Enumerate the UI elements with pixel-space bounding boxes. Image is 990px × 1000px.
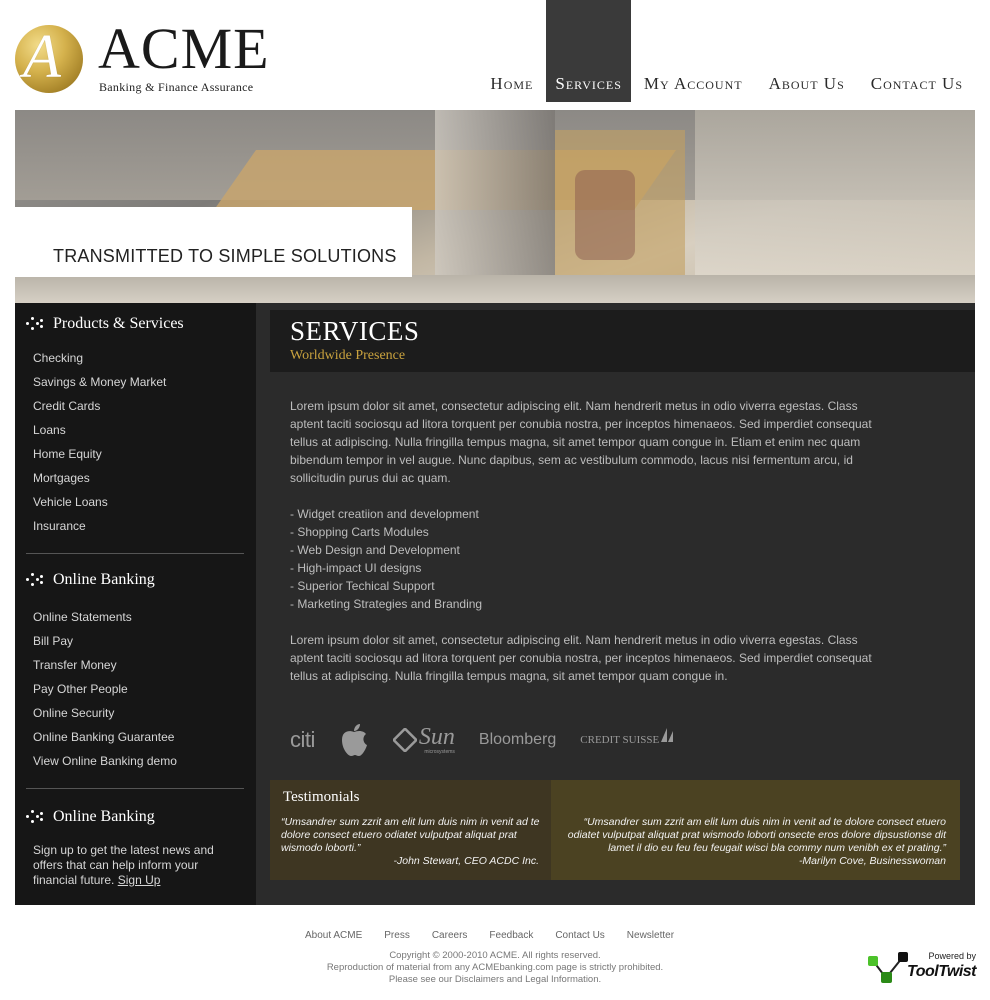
sidebar-item-banking-guarantee[interactable]: Online Banking Guarantee <box>33 725 177 749</box>
products-list: Checking Savings & Money Market Credit C… <box>33 346 166 538</box>
sidebar-item-credit-cards[interactable]: Credit Cards <box>33 394 166 418</box>
sidebar-item-online-statements[interactable]: Online Statements <box>33 605 177 629</box>
sidebar-item-savings[interactable]: Savings & Money Market <box>33 370 166 394</box>
nav-services[interactable]: Services <box>546 0 631 102</box>
intro-paragraph: Lorem ipsum dolor sit amet, consectetur … <box>290 399 872 485</box>
logo-mark-icon: A <box>15 23 83 93</box>
tooltwist-badge[interactable]: Powered by ToolTwist <box>866 950 978 986</box>
sun-diamond-icon <box>392 728 417 752</box>
credit-suisse-logo: CREDIT SUISSE <box>580 728 674 746</box>
logo-mark-letter: A <box>23 23 61 91</box>
testimonial-right: “Umsandrer sum zzrit am elit lum duis ni… <box>551 780 960 880</box>
sidebar-divider <box>26 553 244 554</box>
sidebar-divider <box>26 788 244 789</box>
page-subtitle: Worldwide Presence <box>290 348 406 363</box>
sun-logo-text: Sun <box>418 724 455 750</box>
apple-icon <box>341 724 367 756</box>
header: A ACME Banking & Finance Assurance Home … <box>0 0 990 110</box>
dots-arrow-icon <box>26 571 48 589</box>
sidebar-heading-signup: Online Banking <box>26 808 155 826</box>
signup-link[interactable]: Sign Up <box>118 873 161 887</box>
sidebar: Products & Services Checking Savings & M… <box>15 303 256 905</box>
apple-logo <box>339 723 369 757</box>
footer-link-press[interactable]: Press <box>384 930 410 941</box>
sidebar-item-vehicle-loans[interactable]: Vehicle Loans <box>33 490 166 514</box>
footer-link-about[interactable]: About ACME <box>305 930 362 941</box>
banner-bottom <box>15 275 975 303</box>
sidebar-item-checking[interactable]: Checking <box>33 346 166 370</box>
testimonial-author: -Marilyn Cove, Businesswoman <box>798 855 946 867</box>
sun-logo: Sun microsystems <box>392 724 455 755</box>
bloomberg-logo: Bloomberg <box>478 731 557 748</box>
banner-caption: TRANSMITTED TO SIMPLE SOLUTIONS <box>53 246 397 266</box>
page-title: SERVICES <box>290 316 420 346</box>
partner-logos: citi Sun microsystems Bloomberg CREDIT S… <box>290 720 698 760</box>
dots-arrow-icon <box>26 315 48 333</box>
sidebar-heading-products: Products & Services <box>26 315 184 333</box>
credit-suisse-text: CREDIT SUISSE <box>580 734 660 746</box>
banner-caption-box: TRANSMITTED TO SIMPLE SOLUTIONS <box>15 207 412 277</box>
main-nav: Home Services My Account About Us Contac… <box>477 0 976 102</box>
list-item: - Marketing Strategies and Branding <box>290 597 483 611</box>
list-item: - Shopping Carts Modules <box>290 525 429 539</box>
citi-logo: citi <box>290 727 315 752</box>
list-item: - Web Design and Development <box>290 543 460 557</box>
logo[interactable]: A ACME Banking & Finance Assurance <box>15 16 295 97</box>
sidebar-item-home-equity[interactable]: Home Equity <box>33 442 166 466</box>
nav-contact-us[interactable]: Contact Us <box>858 0 976 102</box>
sidebar-item-online-security[interactable]: Online Security <box>33 701 177 725</box>
services-header: SERVICES Worldwide Presence <box>270 310 975 372</box>
list-item: - Widget creatiion and development <box>290 507 479 521</box>
sidebar-item-bill-pay[interactable]: Bill Pay <box>33 629 177 653</box>
testimonials: Testimonials “Umsandrer sum zzrit am eli… <box>270 780 960 880</box>
hero-banner: TRANSMITTED TO SIMPLE SOLUTIONS <box>15 110 975 303</box>
testimonial-quote: “Umsandrer sum zzrit am elit lum duis ni… <box>567 816 946 854</box>
nav-home[interactable]: Home <box>477 0 546 102</box>
list-item: - High-impact UI designs <box>290 561 422 575</box>
testimonial-quote: “Umsandrer sum zzrit am elit lum duis ni… <box>281 816 540 854</box>
testimonial-author: -John Stewart, CEO ACDC Inc. <box>393 855 540 867</box>
sidebar-item-pay-other-people[interactable]: Pay Other People <box>33 677 177 701</box>
banner-object <box>575 170 635 260</box>
sidebar-item-loans[interactable]: Loans <box>33 418 166 442</box>
sidebar-heading-online-banking: Online Banking <box>26 571 155 589</box>
footer-link-feedback[interactable]: Feedback <box>489 930 533 941</box>
footer-link-newsletter[interactable]: Newsletter <box>627 930 674 941</box>
sidebar-item-banking-demo[interactable]: View Online Banking demo <box>33 749 177 773</box>
closing-paragraph: Lorem ipsum dolor sit amet, consectetur … <box>290 633 872 683</box>
main-area: Products & Services Checking Savings & M… <box>15 303 975 905</box>
list-item: - Superior Techical Support <box>290 579 435 593</box>
footer-link-careers[interactable]: Careers <box>432 930 468 941</box>
copyright: Copyright © 2000-2010 ACME. All rights r… <box>290 950 700 986</box>
sidebar-item-mortgages[interactable]: Mortgages <box>33 466 166 490</box>
copyright-line: Reproduction of material from any ACMEba… <box>326 962 664 973</box>
logo-tagline: Banking & Finance Assurance <box>99 80 254 94</box>
footer-links: About ACME Press Careers Feedback Contac… <box>305 930 696 941</box>
dots-arrow-icon <box>26 808 48 826</box>
copyright-line: Please see our Disclaimers and Legal Inf… <box>388 974 602 985</box>
sun-logo-subtext: microsystems <box>424 749 455 755</box>
online-banking-list: Online Statements Bill Pay Transfer Mone… <box>33 605 177 773</box>
sidebar-item-insurance[interactable]: Insurance <box>33 514 166 538</box>
nav-my-account[interactable]: My Account <box>631 0 756 102</box>
sails-icon <box>661 728 674 742</box>
sidebar-item-transfer-money[interactable]: Transfer Money <box>33 653 177 677</box>
sidebar-heading-signup-label: Online Banking <box>53 808 155 825</box>
services-list: - Widget creatiion and development - Sho… <box>290 505 482 613</box>
tooltwist-name: ToolTwist <box>907 963 976 980</box>
logo-name: ACME <box>98 16 270 81</box>
powered-by-label: Powered by <box>928 951 976 961</box>
copyright-line: Copyright © 2000-2010 ACME. All rights r… <box>389 950 601 961</box>
testimonials-title: Testimonials <box>283 789 360 805</box>
sidebar-heading-online-label: Online Banking <box>53 571 155 588</box>
footer-link-contact[interactable]: Contact Us <box>555 930 604 941</box>
nav-about-us[interactable]: About Us <box>756 0 858 102</box>
testimonial-left: Testimonials “Umsandrer sum zzrit am eli… <box>270 780 551 880</box>
sidebar-heading-products-label: Products & Services <box>53 315 184 332</box>
signup-blurb: Sign up to get the latest news and offer… <box>33 843 243 888</box>
